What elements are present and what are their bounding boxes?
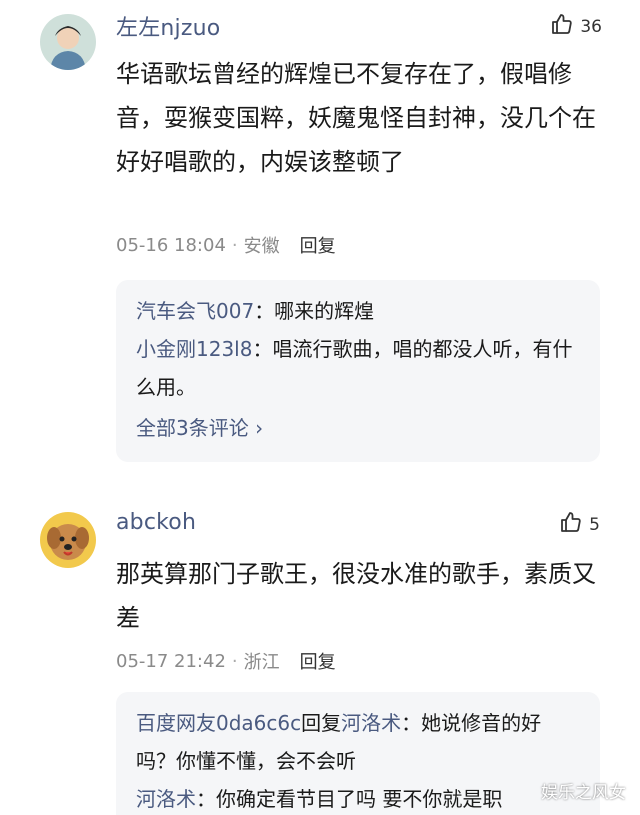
reply-text: ：你确定看节目了吗 要不你就是职 (196, 787, 503, 811)
separator: · (231, 650, 238, 672)
comment-location: 安徽 (243, 236, 280, 257)
reply-button[interactable]: 回复 (300, 232, 336, 258)
username[interactable]: abckoh (116, 510, 196, 535)
separator: · (231, 234, 238, 256)
comment-meta: 05-16 18:04 · 安徽 回复 (116, 232, 336, 258)
reply-box: 汽车会飞007：哪来的辉煌 小金刚123l8：唱流行歌曲，唱的都没人听，有什么用… (116, 280, 600, 462)
reply-username[interactable]: 汽车会飞007 (136, 299, 254, 323)
like-count: 36 (580, 16, 602, 37)
comment-time: 05-17 21:42 (116, 650, 226, 672)
comment-time: 05-16 18:04 (116, 234, 226, 256)
username[interactable]: 左左njzuo (116, 10, 220, 42)
reply-target-username[interactable]: 河洛术 (341, 711, 401, 735)
avatar[interactable] (40, 512, 96, 568)
thumb-up-icon (559, 510, 583, 539)
comment-location: 浙江 (243, 652, 280, 673)
watermark: 娱乐之风女 (541, 783, 626, 803)
reply-item[interactable]: 汽车会飞007：哪来的辉煌 (136, 292, 580, 330)
comment-page: 左左njzuo 36 华语歌坛曾经的辉煌已不复存在了，假唱修音，耍猴变国粹，妖魔… (0, 0, 640, 815)
comment-meta: 05-17 21:42 · 浙江 回复 (116, 648, 336, 674)
reply-username[interactable]: 河洛术 (136, 787, 196, 811)
reply-button[interactable]: 回复 (300, 648, 336, 674)
thumb-up-icon (550, 12, 574, 41)
comment-text: 华语歌坛曾经的辉煌已不复存在了，假唱修音，耍猴变国粹，妖魔鬼怪自封神，没几个在好… (116, 60, 596, 176)
comment-text: 那英算那门子歌王，很没水准的歌手，素质又差 (116, 560, 596, 632)
reply-item[interactable]: 百度网友0da6c6c回复河洛术：她说修音的好吗？你懂不懂，会不会听 (136, 704, 580, 780)
reply-username[interactable]: 小金刚123l8 (136, 337, 252, 361)
reply-username[interactable]: 百度网友0da6c6c (136, 711, 301, 735)
reply-box: 百度网友0da6c6c回复河洛术：她说修音的好吗？你懂不懂，会不会听 河洛术：你… (116, 692, 600, 815)
like-button[interactable]: 36 (550, 12, 602, 41)
reply-mid: 回复 (301, 711, 342, 735)
avatar[interactable] (40, 14, 96, 70)
reply-item[interactable]: 小金刚123l8：唱流行歌曲，唱的都没人听，有什么用。 (136, 330, 580, 406)
like-button[interactable]: 5 (559, 510, 600, 539)
view-all-replies-link[interactable]: 全部3条评论 › (136, 406, 580, 450)
reply-text: ：哪来的辉煌 (254, 299, 375, 323)
reply-item[interactable]: 河洛术：你确定看节目了吗 要不你就是职 (136, 780, 580, 815)
like-count: 5 (589, 514, 600, 535)
